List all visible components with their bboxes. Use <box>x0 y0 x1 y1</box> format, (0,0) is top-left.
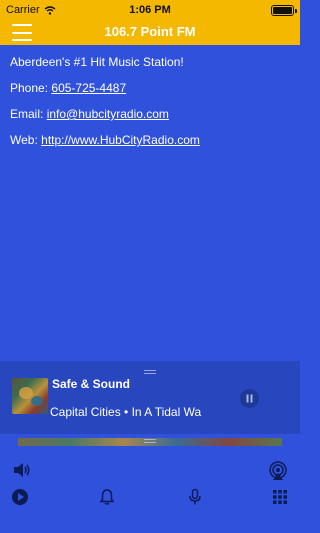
speaker-icon <box>14 463 30 477</box>
phone-row: Phone: 605-725-4487 <box>10 82 290 95</box>
tab-more[interactable] <box>271 488 289 506</box>
album-art <box>12 378 48 414</box>
battery-icon <box>271 5 297 16</box>
bell-icon <box>99 489 115 505</box>
nav-bar: 106.7 Point FM <box>0 20 300 45</box>
play-circle-icon <box>12 489 28 505</box>
speaker-button[interactable] <box>12 461 32 479</box>
song-artist-album: Capital Cities • In A Tidal Wa <box>50 405 202 419</box>
phone-label: Phone: <box>10 81 49 95</box>
airplay-button[interactable] <box>268 461 288 481</box>
bottom-controls <box>0 434 300 533</box>
tab-notifications[interactable] <box>98 488 116 506</box>
station-title: 106.7 Point FM <box>104 24 196 39</box>
status-bar: Carrier 1:06 PM <box>0 0 300 20</box>
airplay-icon <box>269 461 287 480</box>
pause-button[interactable] <box>240 389 259 408</box>
web-label: Web: <box>10 133 38 147</box>
station-tagline: Aberdeen's #1 Hit Music Station! <box>10 55 184 69</box>
phone-link[interactable]: 605-725-4487 <box>51 81 126 95</box>
pause-icon <box>246 394 253 403</box>
drag-handle[interactable] <box>144 370 156 374</box>
web-row: Web: http://www.HubCityRadio.com <box>10 134 290 147</box>
email-label: Email: <box>10 107 44 121</box>
microphone-icon <box>189 488 201 505</box>
web-link[interactable]: http://www.HubCityRadio.com <box>41 133 200 147</box>
email-link[interactable]: info@hubcityradio.com <box>47 107 169 121</box>
grid-icon <box>273 490 287 504</box>
tab-play[interactable] <box>11 488 29 506</box>
song-title: Safe & Sound <box>52 377 131 391</box>
drag-handle-secondary[interactable] <box>144 439 156 443</box>
tab-microphone[interactable] <box>186 488 204 506</box>
station-info: Aberdeen's #1 Hit Music Station! Phone: … <box>10 56 290 160</box>
now-playing-bar[interactable]: Safe & Sound Capital Cities • In A Tidal… <box>0 361 300 434</box>
status-time: 1:06 PM <box>129 4 171 16</box>
email-row: Email: info@hubcityradio.com <box>10 108 290 121</box>
